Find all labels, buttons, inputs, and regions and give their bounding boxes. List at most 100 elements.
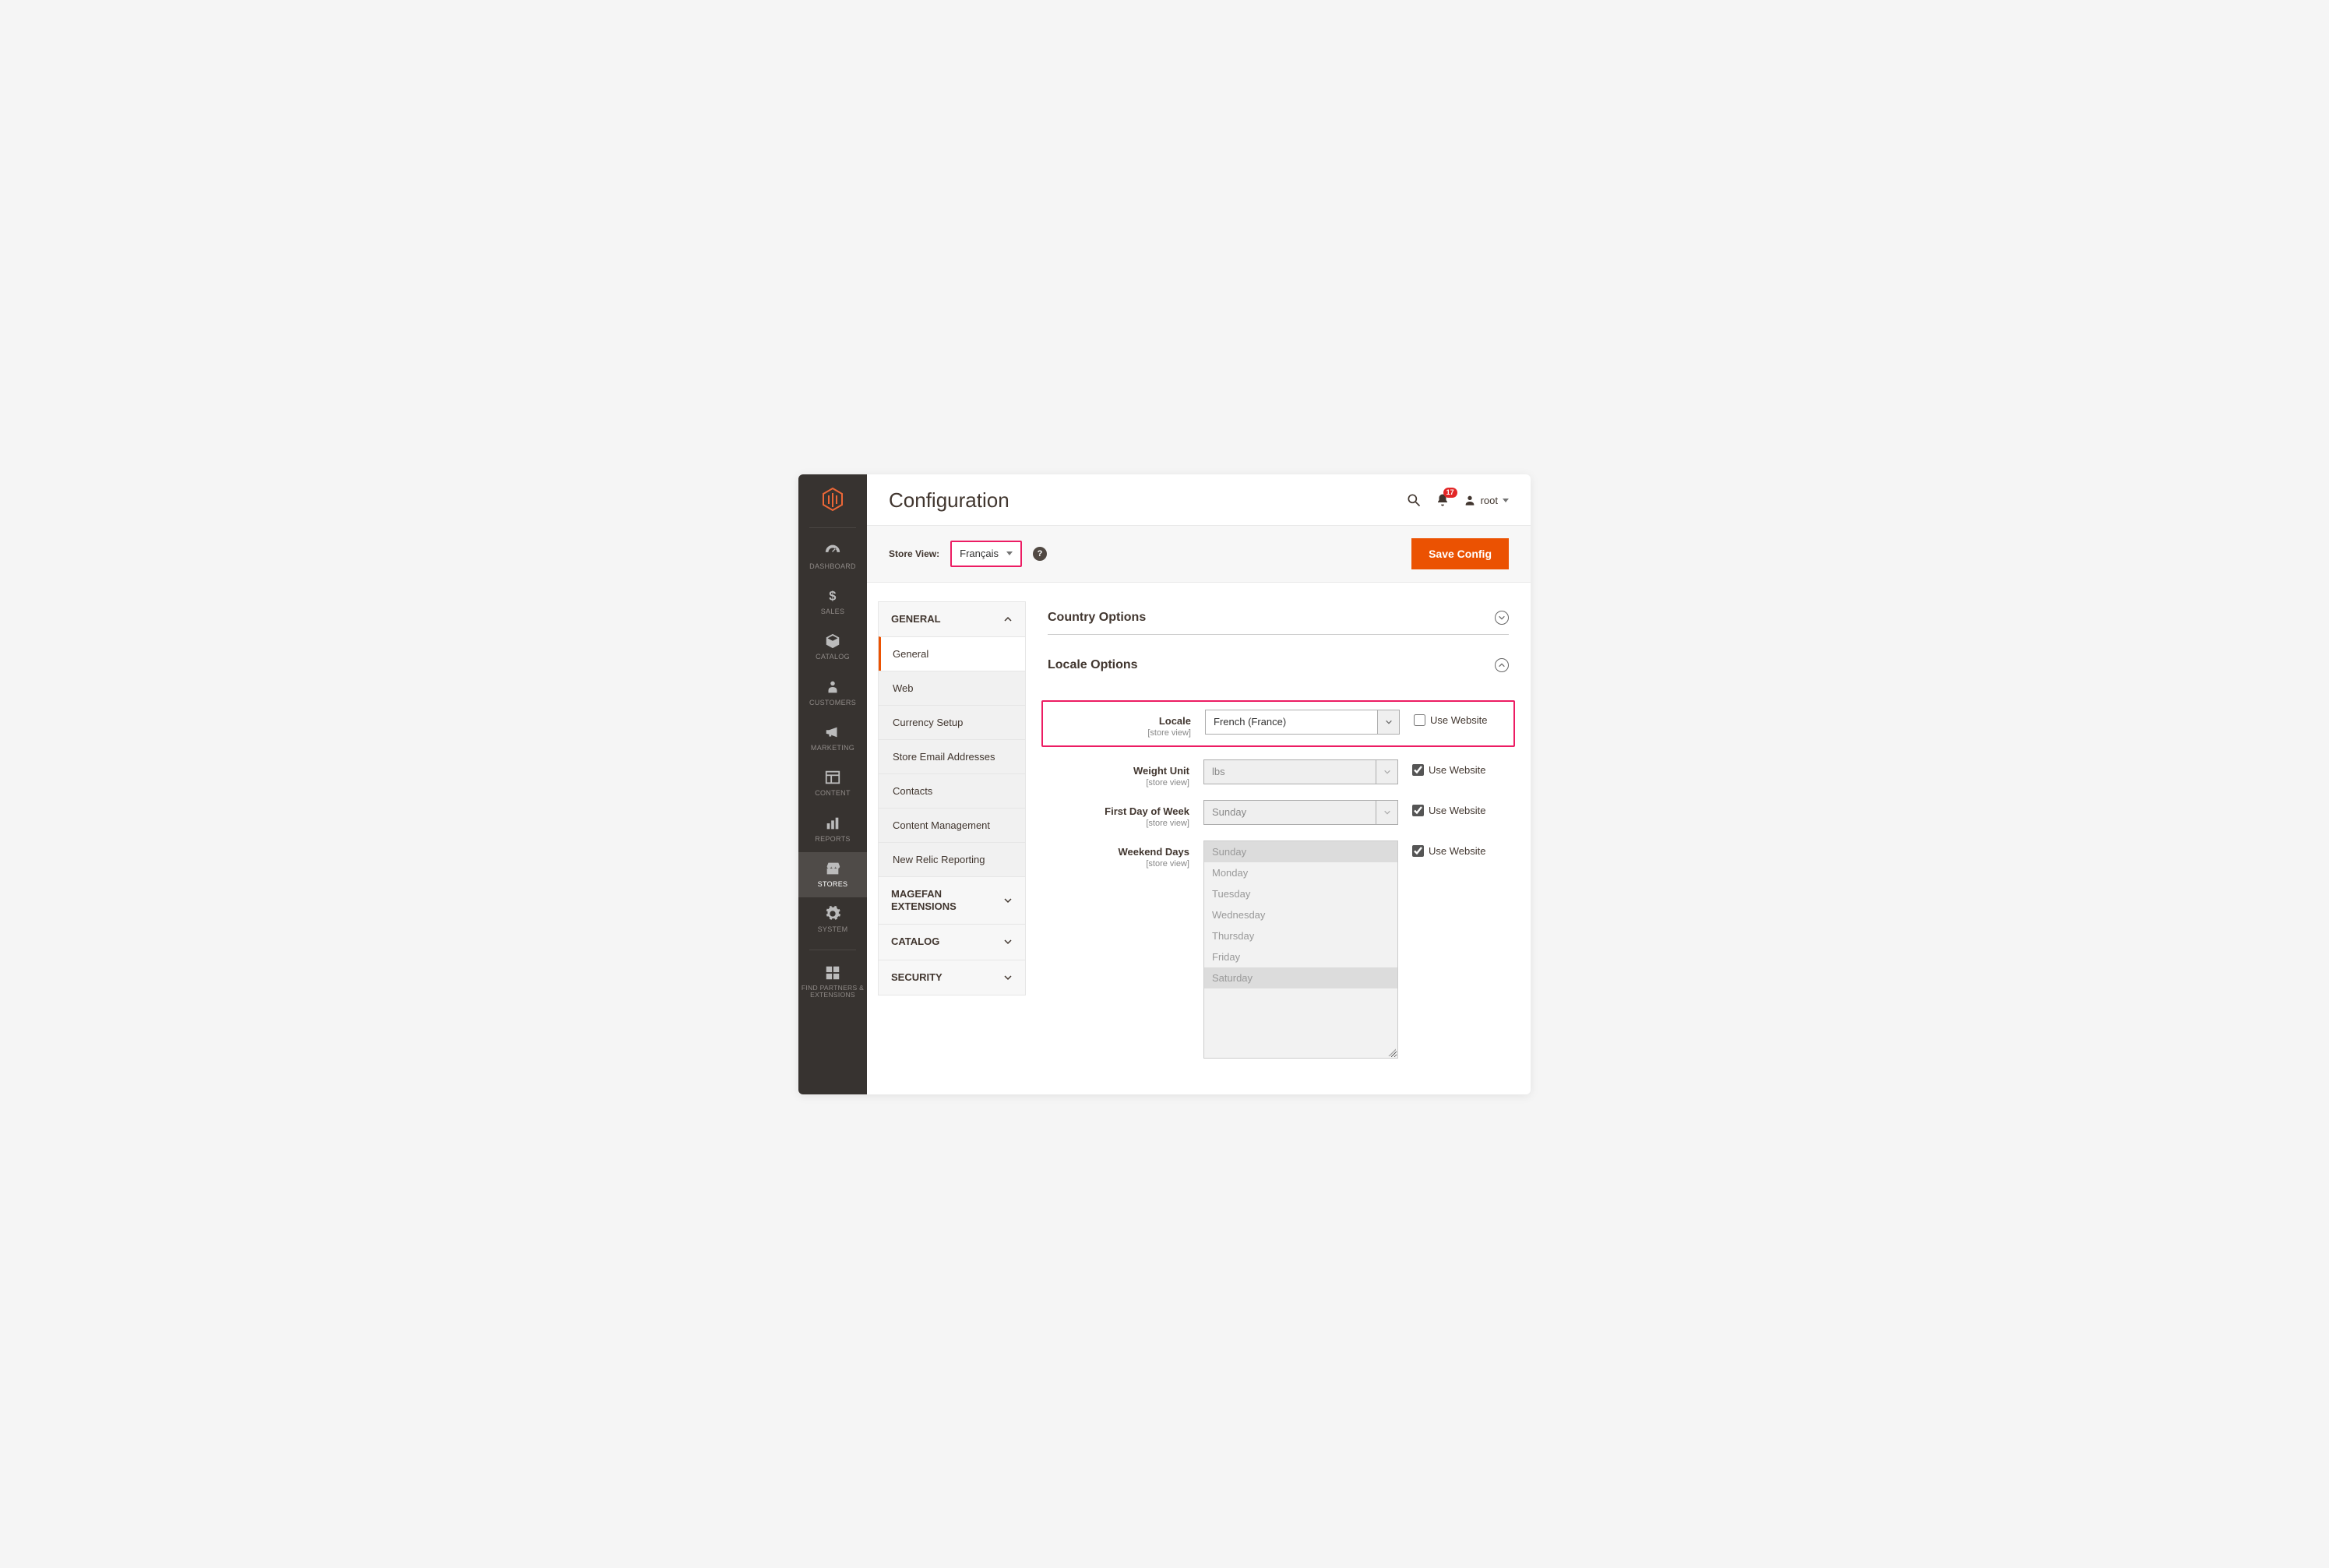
chevron-down-icon [1003,973,1013,982]
locale-value: French (France) [1206,710,1377,734]
user-menu[interactable]: root [1464,494,1509,506]
page-header: Configuration 17 root [867,474,1531,525]
nav-label: SALES [798,608,867,615]
notification-badge: 17 [1443,488,1457,498]
page-title: Configuration [889,488,1009,513]
person-icon [824,678,841,696]
nav-label: STORES [798,880,867,888]
header-actions: 17 root [1406,492,1509,508]
nav-label: DASHBOARD [798,562,867,570]
section-country-options[interactable]: Country Options [1048,601,1509,635]
config-group-general[interactable]: GENERAL [879,602,1025,636]
first-day-value: Sunday [1204,801,1376,824]
section-locale-options[interactable]: Locale Options [1048,649,1509,682]
admin-sidebar: DASHBOARD $ SALES CATALOG CUSTOMERS MARK… [798,474,867,1094]
config-group-label: MAGEFAN EXTENSIONS [891,888,1003,914]
weight-use-website[interactable]: Use Website [1412,759,1485,776]
nav-customers[interactable]: CUSTOMERS [798,671,867,716]
chevron-down-icon [1376,801,1397,824]
nav-partners[interactable]: FIND PARTNERS & EXTENSIONS [798,957,867,1010]
config-item-general[interactable]: General [879,636,1025,671]
firstday-use-website[interactable]: Use Website [1412,800,1485,816]
nav-content[interactable]: CONTENT [798,761,867,806]
use-website-label: Use Website [1430,714,1487,726]
scope-bar: Store View: Français ? Save Config [867,525,1531,583]
weekend-option: Saturday [1204,967,1397,988]
save-config-button[interactable]: Save Config [1411,538,1509,569]
blocks-icon [824,964,841,981]
store-view-select[interactable]: Français [950,541,1022,567]
store-view-value: Français [960,548,999,559]
config-item-content-mgmt[interactable]: Content Management [879,808,1025,842]
config-group-security[interactable]: SECURITY [879,960,1025,995]
use-website-label: Use Website [1429,845,1485,857]
search-button[interactable] [1406,492,1422,508]
config-item-newrelic[interactable]: New Relic Reporting [879,842,1025,876]
weekend-use-website-checkbox[interactable] [1412,845,1424,857]
config-item-web[interactable]: Web [879,671,1025,705]
config-item-store-email[interactable]: Store Email Addresses [879,739,1025,773]
expand-icon [1495,611,1509,625]
chevron-down-icon [1003,937,1013,946]
weekend-option: Monday [1204,862,1397,883]
weekend-use-website[interactable]: Use Website [1412,840,1485,857]
help-icon[interactable]: ? [1033,547,1047,561]
gauge-icon [824,542,841,559]
weekend-option: Wednesday [1204,904,1397,925]
nav-sales[interactable]: $ SALES [798,580,867,625]
dollar-icon: $ [824,587,841,604]
locale-section-body: Locale [store view] French (France) [1048,682,1509,1059]
nav-dashboard[interactable]: DASHBOARD [798,534,867,580]
field-label-locale: Locale [1159,715,1191,727]
locale-select[interactable]: French (France) [1205,710,1400,735]
collapse-icon [1495,658,1509,672]
config-item-contacts[interactable]: Contacts [879,773,1025,808]
weekend-days-multiselect: Sunday Monday Tuesday Wednesday Thursday… [1203,840,1398,1059]
config-group-label: SECURITY [891,971,943,984]
nav-reports[interactable]: REPORTS [798,807,867,852]
weight-unit-select: lbs [1203,759,1398,784]
box-icon [824,632,841,650]
notifications-button[interactable]: 17 [1436,493,1450,507]
scope-label: Store View: [889,548,939,559]
locale-use-website[interactable]: Use Website [1414,710,1487,726]
weight-unit-value: lbs [1204,760,1376,784]
nav-label: CATALOG [798,653,867,661]
weekend-option: Tuesday [1204,883,1397,904]
field-label-firstday: First Day of Week [1105,805,1189,817]
nav-label: CUSTOMERS [798,699,867,706]
use-website-label: Use Website [1429,805,1485,816]
config-panel: Country Options Locale Options Locale [s… [1026,601,1531,1094]
section-title: Country Options [1048,611,1146,625]
weight-use-website-checkbox[interactable] [1412,764,1424,776]
nav-label: REPORTS [798,835,867,843]
username: root [1481,495,1498,506]
locale-use-website-checkbox[interactable] [1414,714,1425,726]
locale-highlight: Locale [store view] French (France) [1041,700,1515,747]
magento-logo[interactable] [819,485,847,513]
use-website-label: Use Website [1429,764,1485,776]
firstday-use-website-checkbox[interactable] [1412,805,1424,816]
config-group-magefan[interactable]: MAGEFAN EXTENSIONS [879,876,1025,925]
user-icon [1464,494,1476,506]
nav-marketing[interactable]: MARKETING [798,716,867,761]
megaphone-icon [824,724,841,741]
nav-catalog[interactable]: CATALOG [798,625,867,670]
nav-system[interactable]: SYSTEM [798,897,867,943]
weekend-option: Friday [1204,946,1397,967]
weekend-option: Thursday [1204,925,1397,946]
config-group-catalog[interactable]: CATALOG [879,924,1025,959]
bars-icon [824,815,841,832]
field-scope-note: [store view] [1048,778,1189,788]
nav-stores[interactable]: STORES [798,852,867,897]
config-sidebar: GENERAL General Web Currency Setup Store… [878,601,1026,995]
chevron-up-icon [1003,615,1013,624]
layout-icon [824,769,841,786]
config-group-label: CATALOG [891,936,939,948]
field-scope-note: [store view] [1048,819,1189,828]
config-item-currency[interactable]: Currency Setup [879,705,1025,739]
weekend-option: Sunday [1204,841,1397,862]
chevron-down-icon [1006,551,1013,555]
chevron-down-icon [1003,896,1013,905]
chevron-down-icon [1376,760,1397,784]
